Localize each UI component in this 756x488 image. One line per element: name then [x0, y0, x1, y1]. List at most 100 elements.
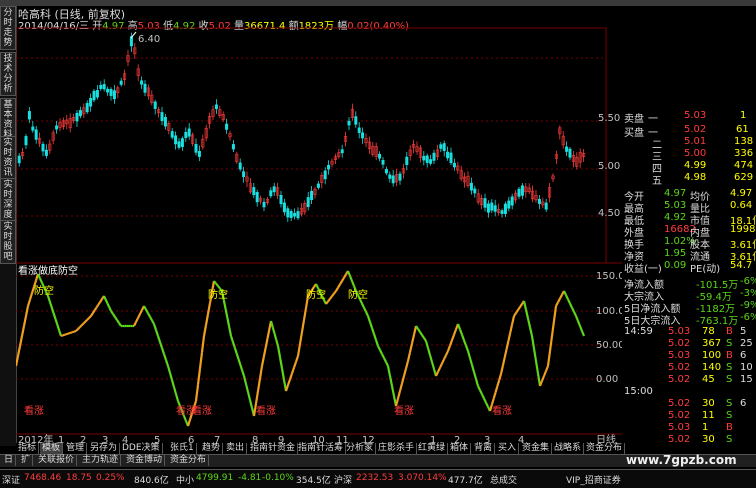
sub-tab[interactable]: 资金博动	[124, 455, 166, 466]
indicator-segment	[166, 365, 172, 374]
indicator-tab[interactable]: DDE决策	[120, 443, 163, 454]
sub-tab[interactable]: 资金分布	[168, 455, 210, 466]
indicator-tab[interactable]: 资金集	[520, 443, 553, 454]
indicator-tab[interactable]: 分析家	[344, 443, 377, 454]
indicator-tab[interactable]: 买入	[496, 443, 520, 454]
stat-row-cell: 54.7	[730, 260, 753, 271]
tick-row-cell: S	[726, 374, 733, 385]
indicator-segment	[515, 309, 519, 314]
watermark: www.7gpzb.com	[626, 453, 737, 467]
candle-body	[85, 103, 89, 113]
zx-value: 4799.91	[196, 473, 234, 483]
tab-depth[interactable]: 实时深度	[0, 178, 16, 222]
candle-body	[517, 188, 521, 197]
indicator-segment	[370, 327, 376, 335]
buy-row-3-cell: 5.00	[684, 148, 707, 159]
indicator-segment	[229, 335, 234, 343]
indicator-segment	[137, 313, 141, 319]
indicator-tab[interactable]: 指南针资金	[248, 443, 299, 454]
hs-change: 3.07	[398, 473, 419, 483]
tick-row-cell: 5.03	[668, 350, 691, 361]
indicator-tab[interactable]: 战略系	[552, 443, 585, 454]
indicator-tab[interactable]: 红黄绿	[416, 443, 449, 454]
stat-row-cell: 4.97	[730, 188, 753, 199]
chart-area[interactable]: 6.40 5.50 5.00 4.50 看涨做底防空 150.00 100.00…	[16, 6, 622, 444]
zx-change: -4.81	[238, 473, 262, 483]
tick-row-cell: 5.02	[668, 398, 691, 409]
stat-row-cell: 4.97	[664, 188, 687, 199]
status-bar: 深证 7468.46 18.75 0.25% 840.6亿 中小 4799.91…	[0, 469, 756, 488]
sub-tab[interactable]: 扩	[19, 455, 34, 466]
label-kanzhang-5: 看涨	[394, 404, 414, 417]
tick-row-cell: 5.02	[668, 362, 691, 373]
indicator-segment	[417, 328, 421, 333]
indicator-segment	[151, 319, 155, 325]
indicator-segment	[139, 309, 143, 315]
indicator-tab[interactable]: 资金分布	[584, 443, 626, 454]
indicator-segment	[168, 372, 174, 381]
indicator-segment	[574, 315, 580, 322]
indicator-segment	[202, 324, 208, 337]
indicator-tab[interactable]: 模板	[40, 443, 64, 454]
indicator-segment	[300, 319, 306, 333]
buy-row-5-cell: 4.98	[684, 172, 707, 183]
tab-technical[interactable]: 技术分析	[0, 52, 16, 96]
indicator-segment	[470, 364, 476, 373]
indicator-segment	[540, 375, 546, 382]
indicator-segment	[91, 309, 96, 314]
tick-row-cell: 45	[702, 374, 715, 385]
buy-row-5-cell: 五	[652, 176, 662, 187]
indicator-segment	[446, 345, 452, 352]
candle-body	[197, 151, 201, 157]
indicator-tab[interactable]: 庄影杀手	[376, 443, 418, 454]
high-marker: 6.40	[138, 34, 160, 45]
vip-broker[interactable]: VIP_招商证券	[566, 473, 621, 486]
indicator-tab[interactable]: 背离	[472, 443, 496, 454]
indicator-segment	[337, 283, 341, 289]
indicator-segment	[341, 277, 345, 282]
indicator-segment	[546, 350, 552, 367]
stat-row: 收益(一) 0.09 PE(动) 54.7	[622, 260, 756, 275]
buy-row-5: 五 4.98 629	[622, 172, 756, 187]
candle-body	[446, 151, 450, 159]
candle-body	[252, 187, 256, 196]
indicator-segment	[95, 303, 100, 309]
tick-row-cell: B	[726, 350, 733, 361]
stat-row-cell: 1.95	[664, 248, 687, 259]
indicator-segment	[266, 329, 271, 340]
indicator-segment	[428, 354, 434, 363]
sub-tab[interactable]: 关联报价	[36, 455, 78, 466]
buy-row-2-cell: 138	[734, 136, 754, 147]
indicator-segment	[82, 320, 87, 325]
indicator-tab[interactable]: 卖出	[224, 443, 248, 454]
candle-body	[422, 155, 426, 161]
tab-news[interactable]: 实时资讯	[0, 136, 16, 180]
indicator-tab[interactable]: 趋势	[200, 443, 224, 454]
indicator-tab[interactable]: 管理	[64, 443, 88, 454]
indicator-tab[interactable]: 张氏1	[168, 443, 197, 454]
indicator-tab[interactable]: 另存为	[88, 443, 121, 454]
indicator-segment	[239, 364, 244, 371]
indicator-tab[interactable]: 指南针活筹	[296, 443, 347, 454]
sub-tab[interactable]: 主力轨迹	[80, 455, 122, 466]
indicator-segment	[580, 330, 586, 337]
tab-forum[interactable]: 实时股吧	[0, 220, 16, 264]
indicator-tab[interactable]: 箱体	[448, 443, 472, 454]
indicator-tab[interactable]: 指标	[16, 443, 40, 454]
candle-body	[99, 85, 103, 89]
tick-row: 5.02 30 S	[622, 434, 756, 448]
indicator-segment	[404, 360, 410, 369]
tab-intraday[interactable]: 分时走势	[0, 6, 16, 50]
indicator-segment	[552, 305, 558, 322]
indicator-segment	[439, 363, 443, 369]
stat-row-cell: 0.09	[664, 260, 687, 271]
indicator-segment	[519, 303, 523, 308]
indicator-segment	[452, 329, 458, 336]
indicator-segment	[513, 312, 517, 317]
indicator-segment	[204, 313, 210, 326]
sub-tab[interactable]: 日	[2, 455, 17, 466]
indicator-segment	[485, 402, 489, 408]
candle-body	[520, 185, 524, 196]
indicator-title: 看涨做底防空	[18, 264, 78, 277]
indicator-segment	[390, 385, 396, 397]
